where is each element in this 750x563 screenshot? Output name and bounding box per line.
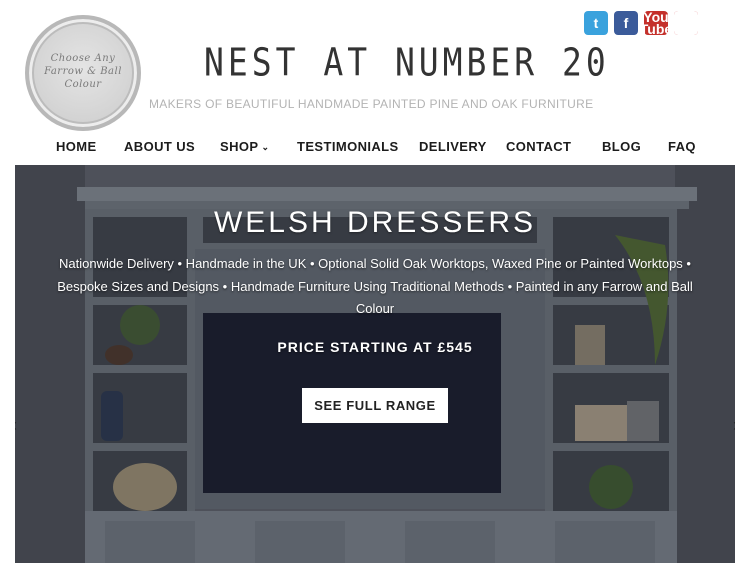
site-tagline: MAKERS OF BEAUTIFUL HANDMADE PAINTED PIN… <box>149 97 594 111</box>
see-full-range-button[interactable]: SEE FULL RANGE <box>302 388 448 423</box>
hero-title: WELSH DRESSERS <box>213 206 537 239</box>
youtube-glyph-bottom: Tube <box>639 20 673 37</box>
nav-shop-label: SHOP <box>220 139 259 154</box>
main-nav: HOME ABOUT US SHOP ⌄ TESTIMONIALS DELIVER… <box>0 139 750 159</box>
nav-home[interactable]: HOME <box>56 139 97 154</box>
logo[interactable]: Choose Any Farrow & Ball Colour <box>25 15 141 131</box>
nav-shop[interactable]: SHOP ⌄ <box>220 139 269 154</box>
logo-line-2: Farrow & Ball <box>44 66 122 77</box>
nav-about-us[interactable]: ABOUT US <box>124 139 195 154</box>
nav-testimonials[interactable]: TESTIMONIALS <box>297 139 399 154</box>
nav-faq[interactable]: FAQ <box>668 139 696 154</box>
twitter-glyph: t <box>593 15 599 31</box>
nav-blog[interactable]: BLOG <box>602 139 641 154</box>
twitter-icon[interactable]: t <box>584 11 608 35</box>
nav-contact[interactable]: CONTACT <box>506 139 571 154</box>
hero-price: PRICE STARTING AT £545 <box>277 339 473 355</box>
facebook-icon[interactable]: f <box>614 11 638 35</box>
site-title[interactable]: NEST AT NUMBER 20 <box>204 40 610 85</box>
nav-delivery[interactable]: DELIVERY <box>419 139 487 154</box>
youtube-icon[interactable]: You Tube <box>639 10 673 37</box>
slider-next-arrow-icon[interactable]: › <box>733 415 735 436</box>
chevron-down-icon: ⌄ <box>261 142 270 152</box>
logo-text: Choose Any Farrow & Ball Colour <box>29 52 137 91</box>
hero-slider: WELSH DRESSERS Nationwide Delivery • Han… <box>15 165 735 563</box>
slider-prev-arrow-icon[interactable]: ‹ <box>15 415 17 436</box>
hero-description: Nationwide Delivery • Handmade in the UK… <box>57 256 693 316</box>
logo-line-3: Colour <box>64 79 102 90</box>
pinterest-glyph: P <box>674 11 698 35</box>
pinterest-icon[interactable]: P <box>674 11 698 35</box>
social-links: t f You Tube P <box>584 10 698 37</box>
facebook-glyph: f <box>623 15 629 31</box>
logo-line-1: Choose Any <box>50 53 116 64</box>
